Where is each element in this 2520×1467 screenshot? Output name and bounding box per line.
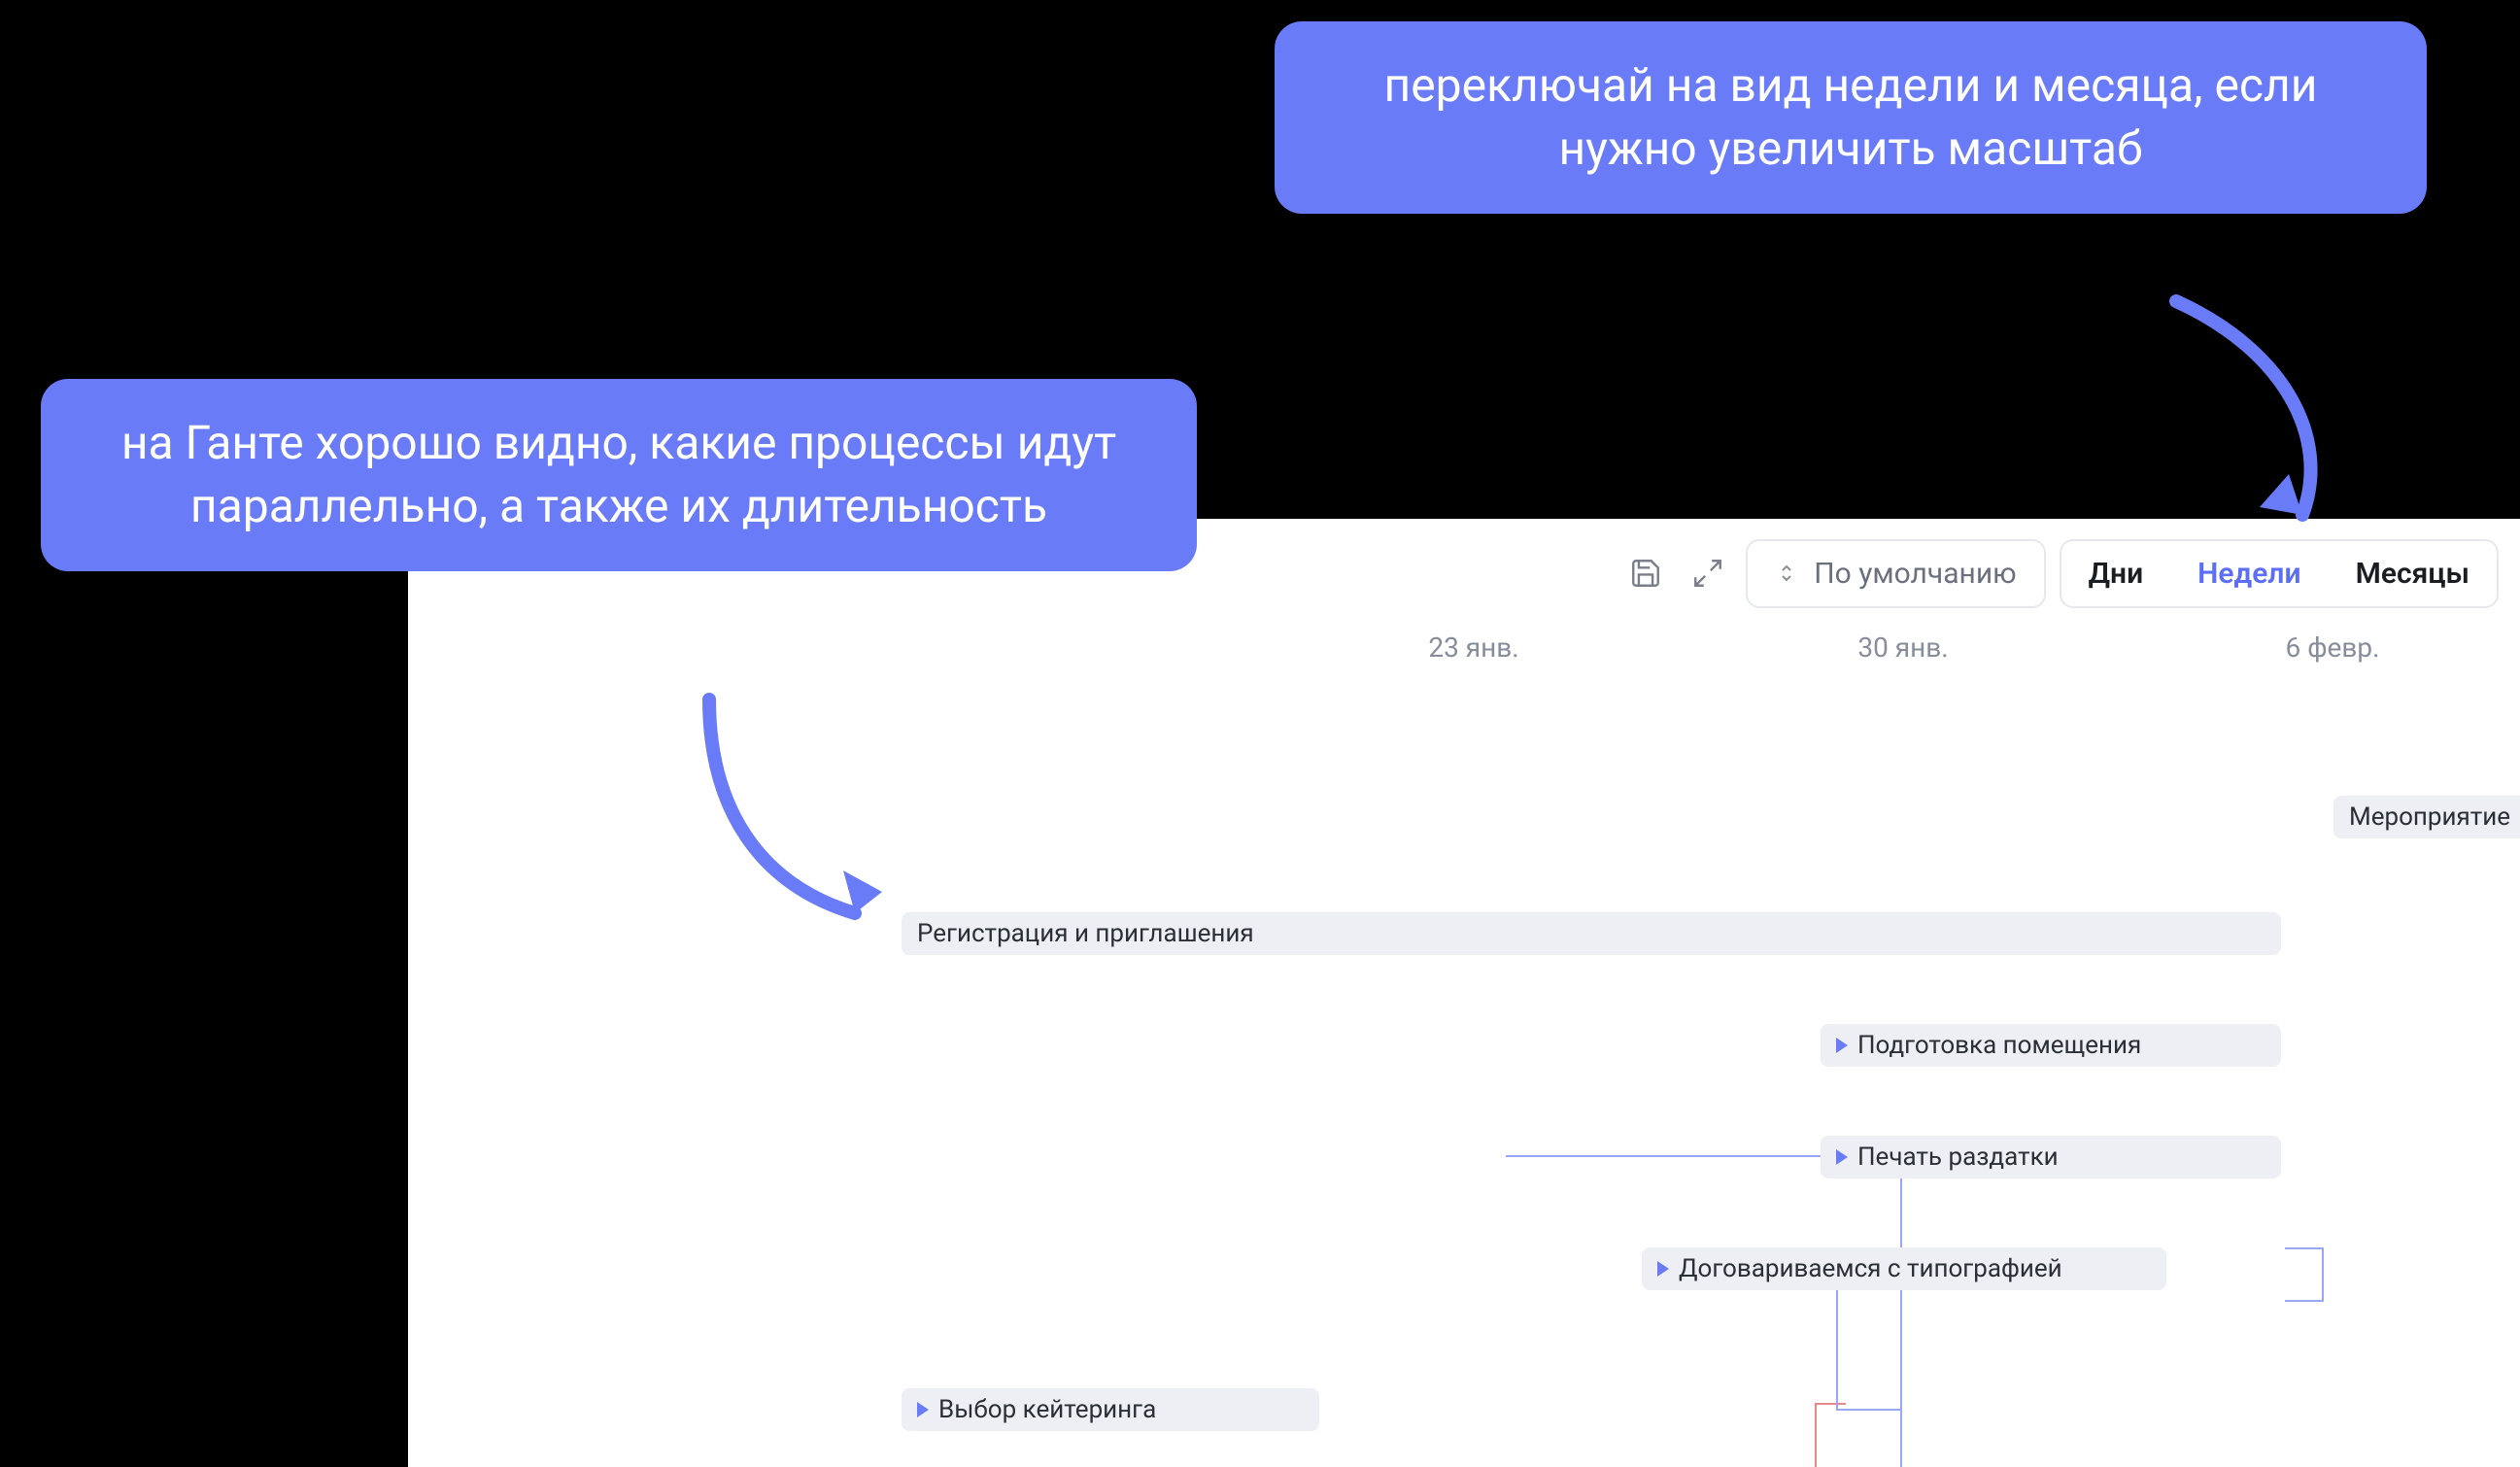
bar-label: Мероприятие 🔥 (2349, 802, 2520, 832)
timeline-header: 23 янв. 30 янв. 6 февр. 13 ф (408, 631, 2520, 684)
dependency-line (1817, 1403, 1846, 1405)
gantt-bar-catering[interactable]: Выбор кейтеринга (902, 1388, 1319, 1431)
sort-label: По умолчанию (1814, 557, 2016, 591)
save-icon[interactable] (1621, 549, 1670, 597)
bar-label: Выбор кейтеринга (938, 1395, 1156, 1424)
callout-text: на Ганте хорошо видно, какие процессы ид… (121, 415, 1116, 533)
sort-dropdown[interactable]: По умолчанию (1746, 539, 2045, 608)
bar-label: Подготовка помещения (1857, 1031, 2141, 1060)
tab-days[interactable]: Дни (2061, 541, 2171, 606)
bar-label: Печать раздатки (1857, 1143, 2059, 1172)
dependency-arrow-icon (1836, 1038, 1848, 1053)
view-tabs: Дни Недели Месяцы (2060, 539, 2499, 608)
dependency-line (2285, 1247, 2324, 1302)
tab-months[interactable]: Месяцы (2329, 541, 2497, 606)
gantt-bar-event[interactable]: Мероприятие 🔥 (2333, 796, 2520, 838)
dependency-arrow-icon (1657, 1261, 1669, 1277)
date-label: 23 янв. (1428, 631, 1518, 664)
dependency-arrow-icon (1836, 1149, 1848, 1165)
app-window: По умолчанию Дни Недели Месяцы 23 янв. 3… (408, 519, 2520, 1467)
gantt-bar-prep-room[interactable]: Подготовка помещения (1821, 1024, 2281, 1067)
bar-label: Договариваемся с типографией (1679, 1254, 2062, 1283)
sort-icon (1775, 559, 1798, 588)
gantt-bar-print[interactable]: Печать раздатки (1821, 1136, 2281, 1178)
date-label: 30 янв. (1857, 631, 1948, 664)
toolbar: По умолчанию Дни Недели Месяцы (1621, 529, 2499, 618)
bar-label: Регистрация и приглашения (917, 919, 1254, 948)
callout-scale: переключай на вид недели и месяца, если … (1275, 21, 2427, 214)
date-label: 6 февр. (2286, 631, 2380, 664)
dependency-line (1788, 1403, 1817, 1467)
dependency-arrow-icon (917, 1402, 929, 1417)
callout-gantt: на Ганте хорошо видно, какие процессы ид… (41, 379, 1197, 571)
gantt-bar-registration[interactable]: Регистрация и приглашения (902, 912, 2281, 955)
gantt-chart[interactable]: Мероприятие 🔥 Регистрация и приглашения … (408, 703, 2520, 1467)
gantt-bar-typography[interactable]: Договариваемся с типографией (1642, 1247, 2166, 1290)
expand-icon[interactable] (1684, 549, 1732, 597)
dependency-line (1506, 1155, 1902, 1467)
tab-weeks[interactable]: Недели (2170, 541, 2328, 606)
callout-text: переключай на вид недели и месяца, если … (1384, 57, 2318, 176)
